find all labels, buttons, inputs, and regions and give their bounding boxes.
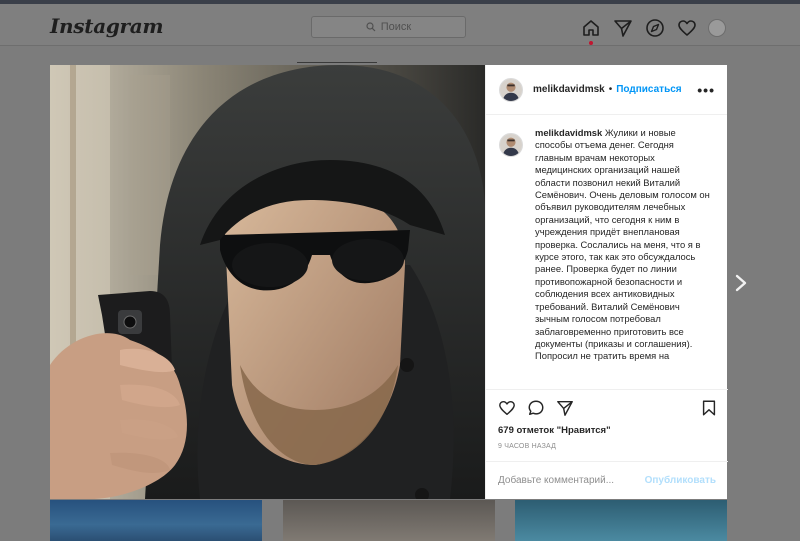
- comment-input[interactable]: Добавьте комментарий...: [498, 475, 645, 486]
- separator-dot: •: [608, 84, 613, 95]
- post-photo-image: [50, 65, 485, 499]
- direct-icon[interactable]: [612, 17, 634, 39]
- caption-username[interactable]: melikdavidmsk: [535, 127, 602, 138]
- nav-icons: [580, 17, 726, 45]
- post-sidebar: melikdavidmsk • Подписаться ••• melikdav…: [485, 65, 728, 499]
- instagram-header: Instagram Поиск: [0, 4, 800, 46]
- caption-scroll-area[interactable]: melikdavidmsk Жулики и новые способы отъ…: [486, 127, 728, 389]
- grid-thumbnail[interactable]: [283, 500, 495, 541]
- post-timestamp[interactable]: 9 ЧАСОВ НАЗАД: [486, 443, 728, 450]
- follow-button[interactable]: Подписаться: [616, 84, 681, 95]
- profile-avatar[interactable]: [708, 19, 726, 37]
- caption-author-avatar[interactable]: [499, 133, 523, 157]
- home-active-dot: [589, 41, 593, 45]
- more-options-button[interactable]: •••: [697, 83, 715, 97]
- post-photo[interactable]: [50, 65, 485, 499]
- like-icon[interactable]: [498, 399, 516, 417]
- caption-text: Жулики и новые способы отъема денег. Сег…: [535, 127, 710, 362]
- chevron-right-icon: [735, 274, 747, 292]
- post-modal: melikdavidmsk • Подписаться ••• melikdav…: [50, 65, 728, 499]
- share-icon[interactable]: [556, 399, 574, 417]
- action-row: [486, 390, 728, 426]
- search-icon: [366, 22, 376, 32]
- post-header: melikdavidmsk • Подписаться •••: [486, 65, 727, 115]
- author-username[interactable]: melikdavidmsk: [533, 84, 605, 95]
- tab-indicator: [297, 62, 377, 63]
- comment-icon[interactable]: [527, 399, 545, 417]
- next-post-button[interactable]: [733, 272, 749, 294]
- grid-thumbnail[interactable]: [50, 500, 262, 541]
- post-actions: 679 отметок "Нравится" 9 ЧАСОВ НАЗАД Доб…: [486, 389, 728, 499]
- explore-icon[interactable]: [644, 17, 666, 39]
- bookmark-icon[interactable]: [700, 399, 718, 417]
- heart-icon[interactable]: [676, 17, 698, 39]
- publish-button[interactable]: Опубликовать: [645, 475, 716, 486]
- post-caption: melikdavidmsk Жулики и новые способы отъ…: [535, 127, 713, 389]
- author-avatar[interactable]: [499, 77, 523, 102]
- likes-count[interactable]: 679 отметок "Нравится": [486, 425, 728, 436]
- search-input[interactable]: Поиск: [311, 16, 466, 38]
- home-icon[interactable]: [580, 17, 602, 45]
- instagram-logo[interactable]: Instagram: [50, 14, 164, 38]
- search-placeholder: Поиск: [380, 21, 412, 33]
- grid-thumbnail[interactable]: [515, 500, 727, 541]
- comment-form: Добавьте комментарий... Опубликовать: [486, 461, 728, 499]
